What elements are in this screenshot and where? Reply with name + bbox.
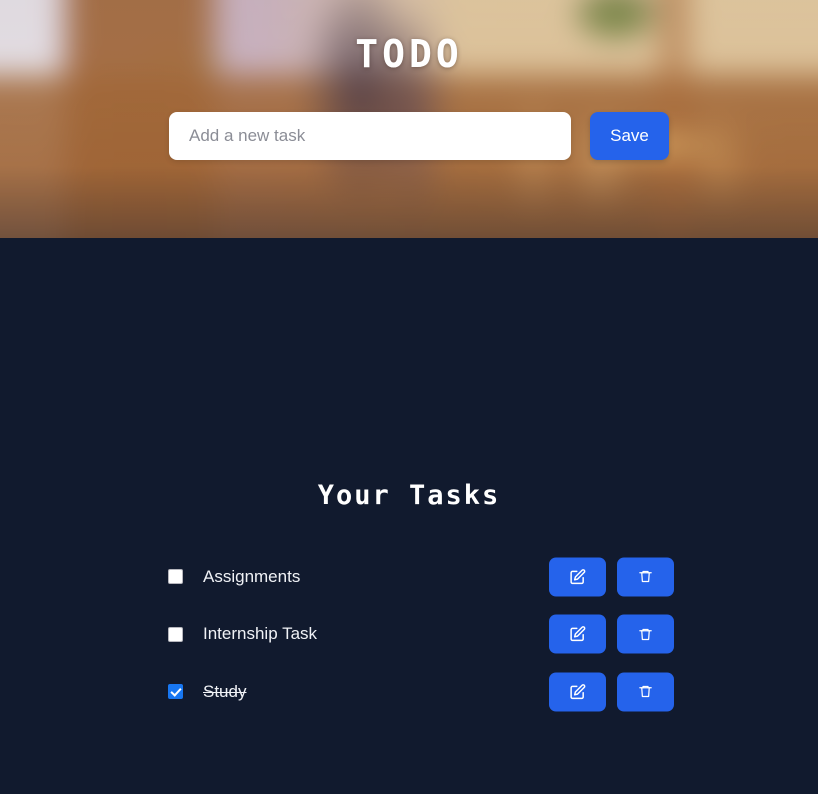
task-label: Internship Task (203, 624, 318, 644)
hero-content: TODO Save (0, 0, 818, 238)
tasks-section: Your Tasks Assignments Internship Task S… (0, 238, 818, 794)
new-task-input[interactable] (169, 112, 571, 160)
trash-icon (638, 684, 653, 700)
tasks-heading: Your Tasks (317, 480, 501, 511)
task-checkbox[interactable] (168, 569, 183, 585)
trash-icon (638, 626, 653, 642)
trash-icon (638, 569, 653, 585)
task-list: Assignments Internship Task Study (0, 548, 818, 721)
task-label: Assignments (203, 566, 301, 586)
task-row: Internship Task (0, 606, 818, 664)
edit-task-button[interactable] (549, 672, 606, 712)
task-checkbox[interactable] (168, 626, 183, 642)
todo-app: TODO Save Your Tasks Assignments (0, 0, 818, 794)
task-actions (549, 614, 674, 654)
add-task-row: Save (169, 112, 669, 160)
task-checkbox[interactable] (168, 684, 183, 700)
delete-task-button[interactable] (617, 672, 674, 712)
edit-task-button[interactable] (549, 557, 606, 597)
delete-task-button[interactable] (617, 557, 674, 597)
header-hero: TODO Save (0, 0, 818, 238)
delete-task-button[interactable] (617, 614, 674, 654)
save-button[interactable]: Save (590, 112, 669, 160)
task-actions (549, 672, 674, 712)
app-title: TODO (355, 32, 463, 76)
task-row: Assignments (0, 548, 818, 606)
task-row: Study (0, 663, 818, 721)
edit-pencil-icon (569, 568, 586, 585)
task-label: Study (203, 681, 247, 701)
edit-pencil-icon (569, 683, 586, 700)
task-actions (549, 557, 674, 597)
edit-pencil-icon (569, 626, 586, 643)
edit-task-button[interactable] (549, 614, 606, 654)
